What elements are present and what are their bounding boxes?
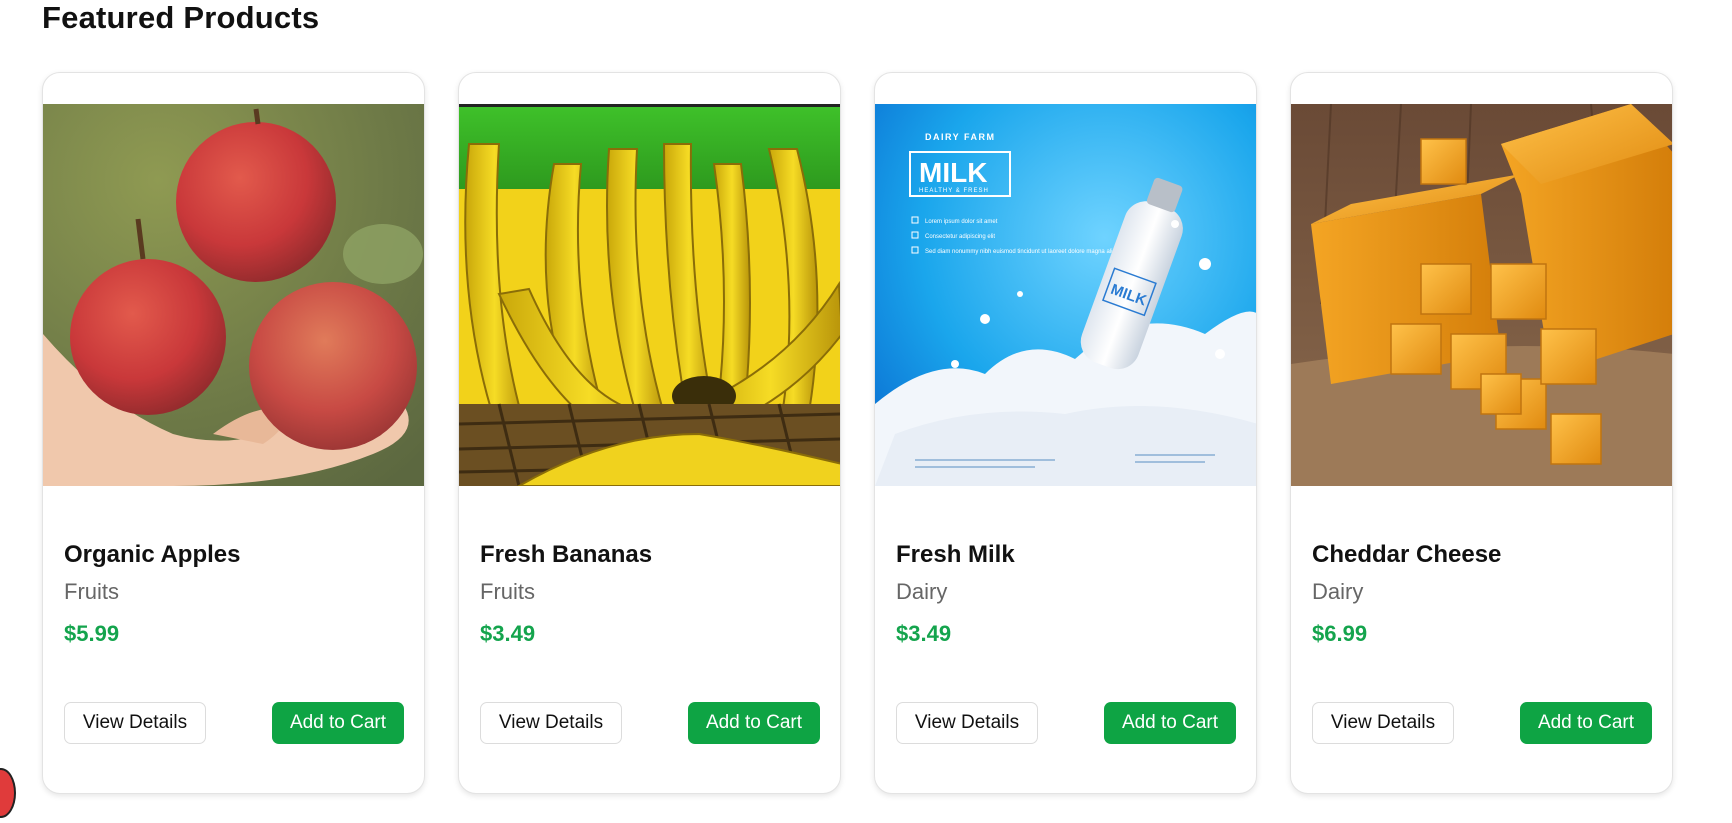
apples-photo	[43, 104, 424, 486]
product-grid: Organic Apples Fruits $5.99 View Details…	[42, 72, 1673, 794]
product-image-milk[interactable]: DAIRY FARM MILK HEALTHY & FRESH Lorem ip…	[875, 104, 1256, 486]
product-price: $6.99	[1312, 621, 1368, 646]
cheese-photo	[1291, 104, 1672, 486]
milk-ad-brand: DAIRY FARM	[925, 132, 996, 142]
product-category: Fruits	[64, 579, 119, 604]
product-name: Cheddar Cheese	[1312, 541, 1502, 568]
milk-ad-photo: DAIRY FARM MILK HEALTHY & FRESH Lorem ip…	[875, 104, 1256, 486]
product-card: Organic Apples Fruits $5.99 View Details…	[42, 72, 425, 794]
product-price: $3.49	[896, 621, 952, 646]
add-to-cart-button[interactable]: Add to Cart	[1104, 702, 1236, 744]
page-title: Featured Products	[42, 0, 320, 35]
product-name: Organic Apples	[64, 541, 241, 568]
product-category: Fruits	[480, 579, 535, 604]
product-image-apples[interactable]	[43, 104, 424, 486]
product-price: $5.99	[64, 621, 120, 646]
milk-ad-bullet: Consectetur adipiscing elit	[925, 234, 995, 240]
milk-ad-bullet: Lorem ipsum dolor sit amet	[925, 219, 998, 225]
product-price: $3.49	[480, 621, 536, 646]
floating-apple-icon[interactable]	[0, 768, 16, 818]
product-category: Dairy	[896, 579, 948, 604]
view-details-button[interactable]: View Details	[896, 702, 1038, 744]
product-name: Fresh Bananas	[480, 541, 653, 568]
bananas-photo	[459, 104, 840, 486]
view-details-button[interactable]: View Details	[1312, 702, 1454, 744]
milk-ad-headline: MILK	[919, 157, 987, 188]
add-to-cart-button[interactable]: Add to Cart	[1520, 702, 1652, 744]
product-category: Dairy	[1312, 579, 1364, 604]
add-to-cart-button[interactable]: Add to Cart	[688, 702, 820, 744]
milk-ad-tagline: HEALTHY & FRESH	[919, 188, 989, 194]
product-image-cheese[interactable]	[1291, 104, 1672, 486]
view-details-button[interactable]: View Details	[480, 702, 622, 744]
product-card: Fresh Bananas Fruits $3.49 View Details …	[458, 72, 841, 794]
product-card: Cheddar Cheese Dairy $6.99 View Details …	[1290, 72, 1673, 794]
product-name: Fresh Milk	[896, 541, 1015, 568]
product-card: DAIRY FARM MILK HEALTHY & FRESH Lorem ip…	[874, 72, 1257, 794]
add-to-cart-button[interactable]: Add to Cart	[272, 702, 404, 744]
product-image-bananas[interactable]	[459, 104, 840, 486]
view-details-button[interactable]: View Details	[64, 702, 206, 744]
